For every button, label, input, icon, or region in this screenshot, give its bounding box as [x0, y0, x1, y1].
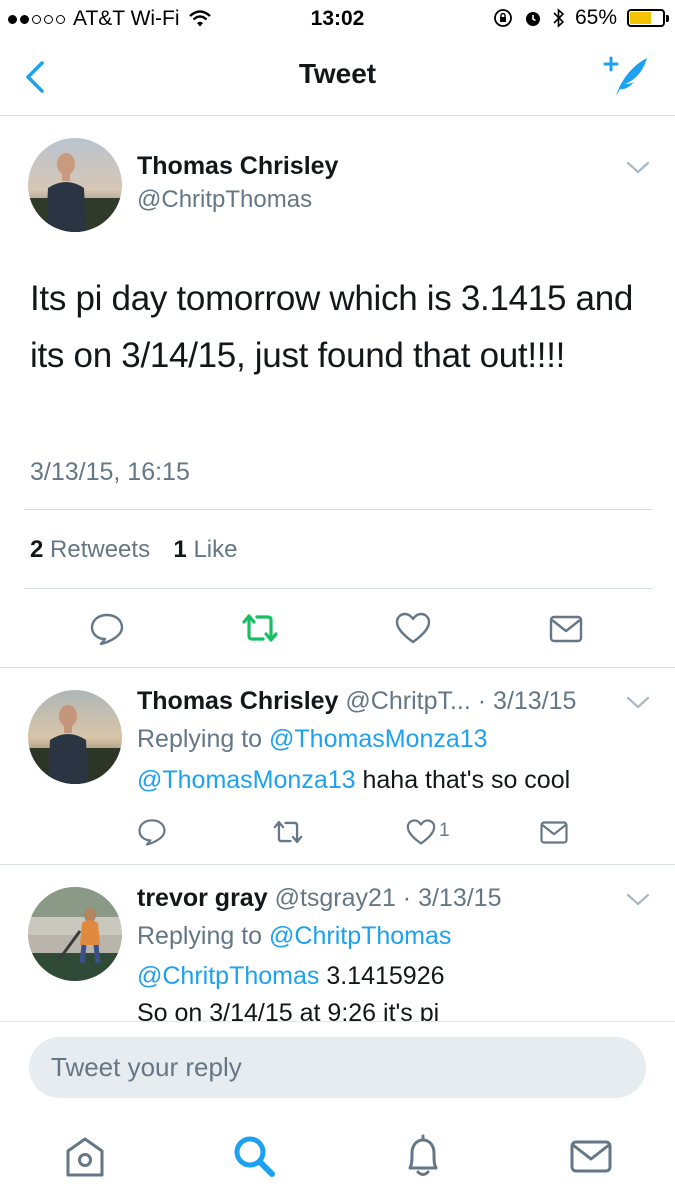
avatar[interactable] [28, 138, 122, 232]
author-handle[interactable]: @ChritpThomas [137, 186, 312, 214]
search-icon[interactable] [229, 1131, 279, 1181]
divider [24, 509, 653, 510]
reply-date: · 3/13/15 [402, 884, 502, 912]
retweet-icon[interactable] [240, 611, 280, 645]
reply-composer-bar: Tweet your reply [0, 1021, 675, 1118]
compose-tweet-icon[interactable] [601, 54, 649, 98]
divider [24, 588, 653, 589]
retweet-icon[interactable] [271, 818, 305, 846]
reply-date: · 3/13/15 [477, 687, 577, 715]
battery-percent: 65% [574, 6, 617, 29]
mention-link[interactable]: @ThomasMonza13 [137, 766, 356, 794]
status-bar: AT&T Wi-Fi 13:02 65% [0, 0, 675, 38]
reply-body: haha that's so cool [355, 766, 571, 794]
navigation-bar: Tweet [0, 38, 675, 116]
bluetooth-icon [553, 8, 565, 28]
messages-icon[interactable] [566, 1131, 616, 1181]
reply-author-handle[interactable]: @ChritpT... [345, 687, 470, 715]
replying-to-prefix: Replying to [137, 922, 263, 950]
tweet-timestamp: 3/13/15, 16:15 [30, 458, 190, 486]
notifications-icon[interactable] [398, 1131, 448, 1181]
alarm-icon [525, 12, 540, 26]
reply-text: @ChritpThomas 3.1415926 [137, 962, 445, 991]
tweet-stats: 2 Retweets 1 Like [30, 536, 237, 564]
page-title: Tweet [298, 58, 377, 89]
divider [0, 864, 675, 865]
orientation-lock-icon [494, 9, 512, 27]
like-icon[interactable] [405, 818, 437, 846]
chevron-down-icon[interactable] [625, 160, 651, 176]
reply-author-handle[interactable]: @tsgray21 [275, 884, 396, 912]
reply-header: Thomas Chrisley @ChritpT... · 3/13/15 [137, 687, 576, 716]
home-icon[interactable] [60, 1131, 110, 1181]
chevron-down-icon[interactable] [625, 892, 651, 908]
reply-body: 3.1415926 [319, 962, 445, 990]
reply-icon[interactable] [89, 611, 125, 647]
replying-to: Replying to @ChritpThomas [137, 922, 451, 951]
retweet-label[interactable]: Retweets [50, 536, 150, 563]
battery-level [630, 12, 651, 24]
reply-header: trevor gray @tsgray21 · 3/13/15 [137, 884, 501, 913]
tab-bar [0, 1117, 675, 1200]
reply-author-name[interactable]: trevor gray [137, 884, 268, 912]
replying-to: Replying to @ThomasMonza13 [137, 725, 488, 754]
retweet-count[interactable]: 2 [30, 536, 43, 563]
reply-author-name[interactable]: Thomas Chrisley [137, 687, 338, 715]
battery-icon [627, 9, 669, 27]
author-name[interactable]: Thomas Chrisley [137, 152, 338, 181]
divider [0, 667, 675, 668]
tweet-text: Its pi day tomorrow which is 3.1415 and … [30, 279, 634, 375]
direct-message-icon[interactable] [548, 614, 584, 644]
reply-avatar[interactable] [28, 887, 122, 981]
mention-link[interactable]: @ChritpThomas [137, 962, 319, 990]
status-right: 65% [493, 6, 669, 30]
direct-message-icon[interactable] [539, 820, 569, 845]
like-label[interactable]: Like [193, 536, 237, 563]
reply-like-count: 1 [439, 820, 450, 841]
reply-icon[interactable] [137, 817, 167, 847]
reply-avatar[interactable] [28, 690, 122, 784]
chevron-down-icon[interactable] [625, 695, 651, 711]
like-icon[interactable] [394, 611, 432, 645]
reply-input[interactable]: Tweet your reply [29, 1037, 646, 1098]
replying-to-link[interactable]: @ThomasMonza13 [269, 725, 488, 753]
replying-to-prefix: Replying to [137, 725, 263, 753]
like-count[interactable]: 1 [173, 536, 186, 563]
reply-text: @ThomasMonza13 haha that's so cool [137, 766, 570, 795]
replying-to-link[interactable]: @ChritpThomas [269, 922, 451, 950]
